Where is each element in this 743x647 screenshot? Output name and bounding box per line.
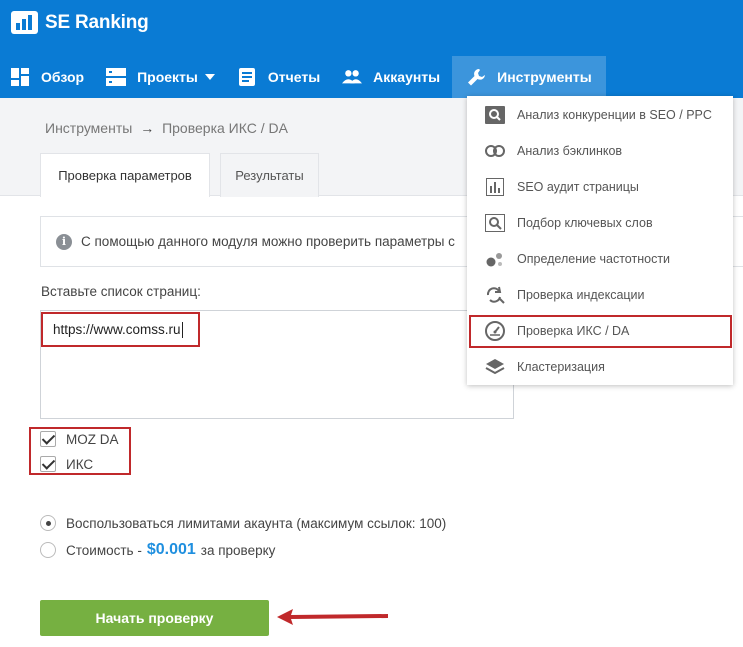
dots-icon [485, 249, 505, 269]
projects-icon [106, 67, 127, 87]
breadcrumb-current: Проверка ИКС / DA [162, 120, 288, 136]
cost-prefix: Стоимость - [66, 542, 142, 558]
menu-item-indexation[interactable]: Проверка индексации [467, 277, 733, 313]
menu-item-label: Подбор ключевых слов [517, 216, 653, 230]
annotation-arrow-icon [277, 609, 388, 625]
menu-item-label: Кластеризация [517, 360, 605, 374]
menu-item-keywords[interactable]: Подбор ключевых слов [467, 205, 733, 241]
refresh-search-icon [485, 285, 505, 305]
report-icon [237, 67, 257, 87]
nav-overview-label: Обзор [41, 69, 85, 85]
nav-projects-label: Проекты [137, 69, 198, 85]
menu-item-label: Проверка индексации [517, 288, 645, 302]
moz-da-checkbox-row[interactable]: MOZ DA [40, 431, 119, 447]
cost-radio[interactable] [40, 542, 56, 558]
menu-annotation-box [469, 315, 732, 348]
info-text: С помощью данного модуля можно проверить… [81, 234, 455, 249]
info-icon: i [56, 233, 72, 250]
iks-checkbox-row[interactable]: ИКС [40, 456, 93, 472]
breadcrumb-separator: → [140, 120, 155, 136]
menu-item-label: SEO аудит страницы [517, 180, 639, 194]
cost-suffix: за проверку [200, 542, 276, 558]
iks-checkbox[interactable] [40, 456, 56, 472]
tab-results[interactable]: Результаты [220, 153, 319, 197]
brand-logo[interactable]: SE Ranking [11, 11, 149, 34]
moz-da-label: MOZ DA [66, 431, 119, 447]
menu-item-label: Анализ бэклинков [517, 144, 623, 158]
menu-item-label: Анализ конкуренции в SEO / PPC [517, 108, 712, 122]
moz-da-checkbox[interactable] [40, 431, 56, 447]
urls-label: Вставьте список страниц: [41, 284, 201, 299]
breadcrumb: Инструменты → Проверка ИКС / DA [45, 120, 288, 136]
nav-projects[interactable]: Проекты [96, 56, 227, 98]
menu-item-competitor-analysis[interactable]: Анализ конкуренции в SEO / PPC [467, 97, 733, 133]
tab-check-params[interactable]: Проверка параметров [40, 153, 210, 197]
chevron-down-icon [204, 74, 215, 80]
nav-overview[interactable]: Обзор [0, 56, 96, 98]
brand-name: SE Ranking [45, 11, 149, 33]
start-check-button[interactable]: Начать проверку [40, 600, 269, 636]
iks-label: ИКС [66, 456, 94, 472]
wrench-icon [466, 67, 486, 87]
url-value: https://www.comss.ru [53, 322, 181, 337]
limits-label: Воспользоваться лимитами акаунта (максим… [66, 515, 447, 531]
menu-item-backlinks[interactable]: Анализ бэклинков [467, 133, 733, 169]
nav-accounts-label: Аккаунты [373, 69, 441, 85]
link-icon [485, 141, 505, 161]
text-cursor [181, 321, 183, 338]
users-icon [342, 67, 363, 87]
menu-item-label: Определение частотности [517, 252, 671, 266]
nav-tools[interactable]: Инструменты [452, 56, 606, 98]
nav-accounts[interactable]: Аккаунты [332, 56, 452, 98]
top-bar: SE Ranking Обзор Проекты Отчеты Аккаунты… [0, 0, 743, 98]
url-annotation-box: https://www.comss.ru [41, 312, 200, 347]
nav-reports[interactable]: Отчеты [227, 56, 332, 98]
dashboard-icon [10, 67, 30, 87]
layers-icon [485, 357, 505, 377]
menu-item-clustering[interactable]: Кластеризация [467, 349, 733, 385]
menu-item-seo-audit[interactable]: SEO аудит страницы [467, 169, 733, 205]
nav-reports-label: Отчеты [267, 69, 321, 85]
logo-chart-icon [11, 11, 38, 34]
cost-radio-row[interactable]: Стоимость - $0.001 за проверку [40, 541, 275, 559]
limits-radio-row[interactable]: Воспользоваться лимитами акаунта (максим… [40, 515, 446, 531]
nav-tools-label: Инструменты [497, 69, 592, 85]
breadcrumb-parent[interactable]: Инструменты [45, 120, 132, 136]
main-nav: Обзор Проекты Отчеты Аккаунты Инструмент… [0, 56, 606, 98]
cost-value: $0.001 [146, 541, 196, 558]
menu-item-frequency[interactable]: Определение частотности [467, 241, 733, 277]
bar-chart-icon [485, 177, 505, 197]
keyword-search-icon [485, 213, 505, 233]
search-box-icon [485, 105, 505, 125]
limits-radio[interactable] [40, 515, 56, 531]
